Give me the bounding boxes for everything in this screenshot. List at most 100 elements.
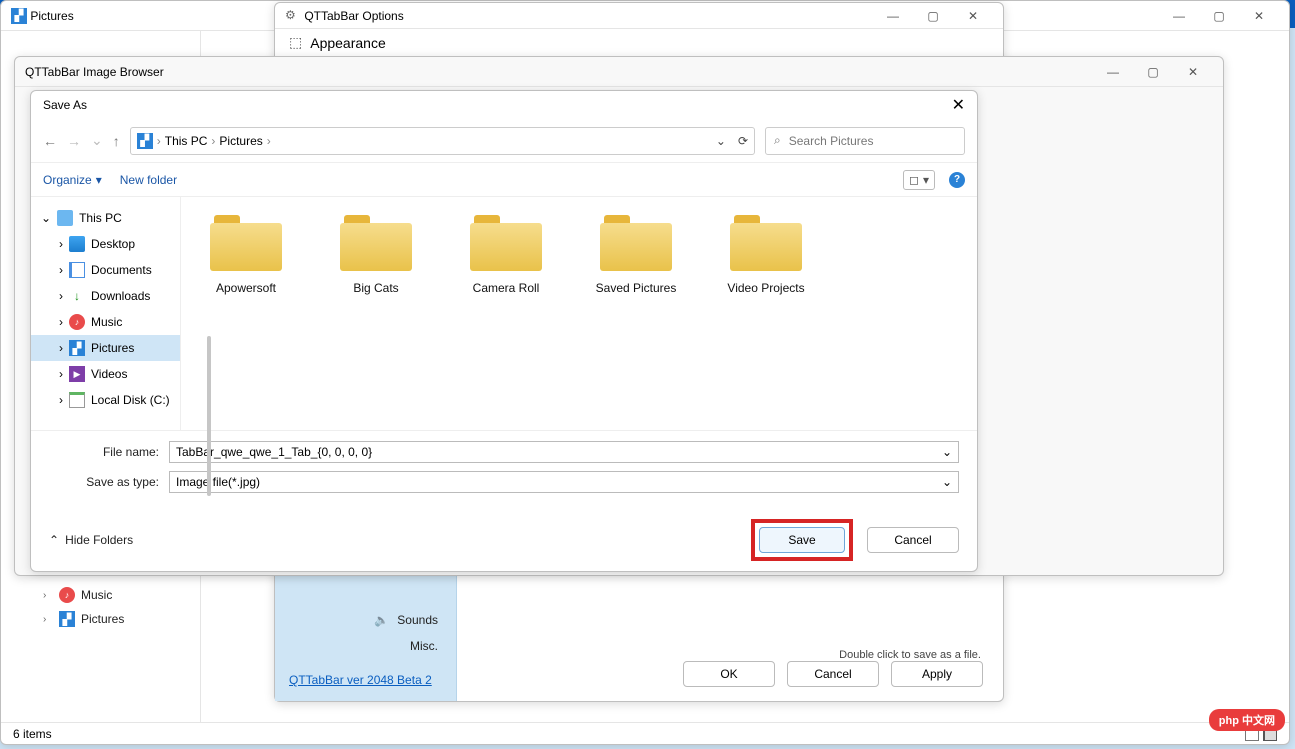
version-link[interactable]: QTTabBar ver 2048 Beta 2 <box>275 659 456 701</box>
crumb-pictures[interactable]: Pictures <box>219 134 262 148</box>
recent-dropdown[interactable]: ⌄ <box>91 132 103 149</box>
cancel-button[interactable]: Cancel <box>787 661 879 687</box>
chevron-down-icon[interactable]: ⌄ <box>716 134 726 148</box>
options-header: ⬚ Appearance <box>275 29 1003 57</box>
chevron-down-icon: ▾ <box>96 173 102 187</box>
sidebar-scrollbar[interactable] <box>207 336 211 496</box>
folder-icon <box>210 215 282 271</box>
pictures-icon: ▞ <box>59 611 75 627</box>
sidebar-item-sounds[interactable]: 🔈Sounds <box>275 607 456 633</box>
save-highlight: Save <box>751 519 853 561</box>
minimize-button[interactable]: — <box>873 9 913 23</box>
crumb-this-pc[interactable]: This PC <box>165 134 208 148</box>
tree-pictures-selected[interactable]: ›▞Pictures <box>31 335 180 361</box>
search-placeholder: Search Pictures <box>789 134 874 148</box>
close-button[interactable]: ✕ <box>953 9 993 23</box>
apply-button[interactable]: Apply <box>891 661 983 687</box>
tree-downloads[interactable]: ›↓Downloads <box>31 283 180 309</box>
pc-icon <box>57 210 73 226</box>
folder-item[interactable]: Apowersoft <box>201 215 291 295</box>
chevron-right-icon: › <box>267 134 271 148</box>
close-button[interactable]: ✕ <box>952 95 965 115</box>
appearance-icon: ⬚ <box>289 34 302 51</box>
folder-icon <box>600 215 672 271</box>
folder-icon <box>470 215 542 271</box>
tree-documents[interactable]: ›Documents <box>31 257 180 283</box>
folder-item[interactable]: Saved Pictures <box>591 215 681 295</box>
explorer-statusbar: 6 items <box>1 722 1289 744</box>
refresh-icon[interactable]: ⟳ <box>738 134 748 148</box>
close-button[interactable]: ✕ <box>1239 9 1279 23</box>
item-count: 6 items <box>13 727 52 741</box>
save-button[interactable]: Save <box>759 527 845 553</box>
folder-item[interactable]: Big Cats <box>331 215 421 295</box>
chevron-right-icon: › <box>211 134 215 148</box>
save-as-toolbar: Organize ▾ New folder ◻ ▾ ? <box>31 163 977 197</box>
options-titlebar: ⚙ QTTabBar Options — ▢ ✕ <box>275 3 1003 29</box>
watermark: php 中文网 <box>1209 709 1285 731</box>
folder-item[interactable]: Camera Roll <box>461 215 551 295</box>
back-button[interactable]: ← <box>43 133 57 149</box>
filename-input[interactable]: TabBar_qwe_qwe_1_Tab_{0, 0, 0, 0}⌄ <box>169 441 959 463</box>
help-icon[interactable]: ? <box>949 172 965 188</box>
music-icon: ♪ <box>59 587 75 603</box>
maximize-button[interactable]: ▢ <box>913 9 953 23</box>
music-icon: ♪ <box>69 314 85 330</box>
videos-icon: ▶ <box>69 366 85 382</box>
sidebar-item-music[interactable]: ›♪Music <box>1 583 200 607</box>
close-button[interactable]: ✕ <box>1173 65 1213 79</box>
image-browser-title: QTTabBar Image Browser <box>25 65 1093 79</box>
forward-button[interactable]: → <box>67 133 81 149</box>
tree-music[interactable]: ›♪Music <box>31 309 180 335</box>
hide-folders-toggle[interactable]: ⌃Hide Folders <box>49 533 133 547</box>
tree-this-pc[interactable]: ⌄This PC <box>31 205 180 231</box>
tree-local-disk[interactable]: ›Local Disk (C:) <box>31 387 180 413</box>
options-heading: Appearance <box>310 35 386 51</box>
maximize-button[interactable]: ▢ <box>1199 9 1239 23</box>
search-input[interactable]: ⌕ Search Pictures <box>765 127 965 155</box>
save-as-fields: File name: TabBar_qwe_qwe_1_Tab_{0, 0, 0… <box>31 430 977 511</box>
expand-icon[interactable]: ⌄ <box>41 211 51 225</box>
disk-icon <box>69 392 85 408</box>
folder-icon <box>340 215 412 271</box>
desktop-icon <box>69 236 85 252</box>
save-as-sidebar: ⌄This PC ›Desktop ›Documents ›↓Downloads… <box>31 197 181 430</box>
filetype-select[interactable]: Image file(*.jpg)⌄ <box>169 471 959 493</box>
sound-icon: 🔈 <box>374 613 389 627</box>
tree-desktop[interactable]: ›Desktop <box>31 231 180 257</box>
chevron-down-icon: ⌄ <box>942 475 952 489</box>
filename-label: File name: <box>49 445 159 459</box>
ok-button[interactable]: OK <box>683 661 775 687</box>
chevron-down-icon: ▾ <box>923 173 929 187</box>
sidebar-item-pictures[interactable]: ›▞Pictures <box>1 607 200 631</box>
search-icon: ⌕ <box>774 133 781 148</box>
image-browser-titlebar: QTTabBar Image Browser — ▢ ✕ <box>15 57 1223 87</box>
save-as-navbar: ← → ⌄ ↑ ▞ › This PC › Pictures › ⌄⟳ ⌕ Se… <box>31 119 977 163</box>
folder-icon <box>730 215 802 271</box>
filetype-label: Save as type: <box>49 475 159 489</box>
cancel-button[interactable]: Cancel <box>867 527 959 553</box>
folder-item[interactable]: Video Projects <box>721 215 811 295</box>
tree-videos[interactable]: ›▶Videos <box>31 361 180 387</box>
gear-icon: ⚙ <box>285 8 301 24</box>
save-as-titlebar: Save As ✕ <box>31 91 977 119</box>
folder-grid: Apowersoft Big Cats Camera Roll Saved Pi… <box>181 197 977 430</box>
chevron-right-icon: › <box>157 134 161 148</box>
breadcrumb-bar[interactable]: ▞ › This PC › Pictures › ⌄⟳ <box>130 127 755 155</box>
view-options[interactable]: ◻ ▾ <box>903 170 935 190</box>
organize-menu[interactable]: Organize ▾ <box>43 173 102 187</box>
downloads-icon: ↓ <box>69 288 85 304</box>
up-button[interactable]: ↑ <box>113 133 120 149</box>
pictures-icon: ▞ <box>69 340 85 356</box>
minimize-button[interactable]: — <box>1159 9 1199 23</box>
save-as-actions: ⌃Hide Folders Save Cancel <box>31 511 977 571</box>
save-as-title: Save As <box>43 98 87 112</box>
documents-icon <box>69 262 85 278</box>
hint-text: Double click to save as a file. <box>839 649 981 661</box>
options-title: QTTabBar Options <box>304 9 873 23</box>
sidebar-item-misc[interactable]: Misc. <box>275 633 456 659</box>
maximize-button[interactable]: ▢ <box>1133 65 1173 79</box>
minimize-button[interactable]: — <box>1093 65 1133 79</box>
chevron-up-icon: ⌃ <box>49 533 59 547</box>
new-folder-button[interactable]: New folder <box>120 173 177 187</box>
